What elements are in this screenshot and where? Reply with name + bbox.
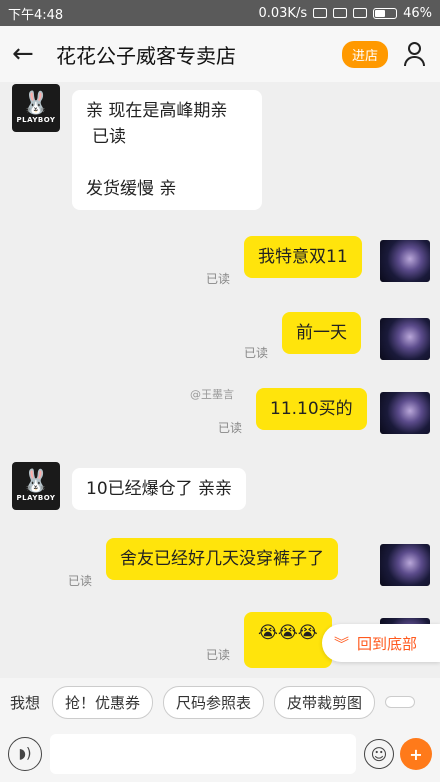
voice-icon[interactable]: ◗) [8,737,42,771]
message-bubble-self[interactable]: 我特意双11 [244,236,362,278]
scroll-to-bottom-label: 回到底部 [357,634,418,653]
message-bubble-self[interactable]: 前一天 [282,312,361,354]
battery-icon [373,7,398,19]
user-avatar[interactable] [380,544,430,586]
message-text: 亲 现在是高峰期亲 [86,101,228,121]
brand-logo-text: PLAYBOY [16,116,56,124]
back-arrow-icon[interactable]: ← [12,39,46,69]
wifi-icon [353,8,368,18]
shop-avatar[interactable]: 🐰 PLAYBOY [12,84,60,132]
net-speed: 0.03K/s [258,5,308,21]
message-text: 已读 [92,127,126,147]
shop-title: 花花公子威客专卖店 [56,43,236,68]
message-bubble-shop[interactable]: 10已经爆仓了 亲亲 [72,468,247,510]
battery-level: 46% [403,5,432,21]
message-text: 我特意双11 [258,247,348,267]
crying-emoji-icon: 😭😭😭 [258,623,318,643]
double-chevron-down-icon: ︾ [334,634,350,653]
read-status: 已读 [218,421,243,435]
user-avatar[interactable] [380,318,430,360]
read-status: 已读 [206,272,231,286]
message-bubble-self[interactable]: 舍友已经好几天没穿裤子了 [106,538,338,580]
status-time: 下午4:48 [8,7,64,23]
status-bar: 下午4:48 0.03K/s 46% [0,0,440,26]
quick-reply-label: 我想 [10,693,41,712]
read-status: 已读 [244,346,269,360]
enter-shop-button[interactable]: 进店 [341,40,388,68]
chat-area[interactable]: 🐰 PLAYBOY 亲 现在是高峰期亲 已读 发货缓慢 亲 已读 我特意双11 … [0,82,440,678]
quick-reply-chip[interactable]: 尺码参照表 [163,685,265,719]
user-avatar[interactable] [380,392,430,434]
message-text: 前一天 [296,323,347,343]
quick-reply-bar: 我想 抢！优惠券 尺码参照表 皮带裁剪图 [0,678,440,726]
alarm-icon [313,8,328,18]
quick-reply-chip-partial[interactable] [385,696,416,708]
scroll-to-bottom-button[interactable]: ︾ 回到底部 [322,624,440,662]
message-bubble-shop[interactable]: 亲 现在是高峰期亲 已读 发货缓慢 亲 [72,90,262,210]
signal-icon [333,8,348,18]
read-status: 已读 [68,574,93,588]
shop-avatar[interactable]: 🐰 PLAYBOY [12,462,60,510]
message-bubble-self[interactable]: 11.10买的 [256,388,367,430]
user-avatar[interactable] [380,240,430,282]
bunny-logo-icon: 🐰 [22,91,50,116]
input-bar: ◗) ☺ + [0,726,440,782]
message-input[interactable] [50,734,356,774]
message-text: 11.10买的 [270,399,353,419]
message-text: 10已经爆仓了 亲亲 [86,479,233,499]
quick-reply-chip[interactable]: 抢！优惠券 [52,685,154,719]
watermark-text: @王墨言 [190,388,234,401]
message-bubble-self[interactable]: 😭😭😭 [244,612,332,668]
chat-header: ← 花花公子威客专卖店 进店 [0,26,440,82]
quick-reply-chip[interactable]: 皮带裁剪图 [274,685,376,719]
user-icon[interactable] [402,41,428,67]
plus-icon[interactable]: + [400,738,432,770]
emoji-icon[interactable]: ☺ [364,739,394,769]
message-text: 发货缓慢 亲 [86,179,177,199]
bunny-logo-icon: 🐰 [22,469,50,494]
message-text: 舍友已经好几天没穿裤子了 [120,549,324,569]
read-status: 已读 [206,648,231,662]
brand-logo-text: PLAYBOY [16,494,56,502]
